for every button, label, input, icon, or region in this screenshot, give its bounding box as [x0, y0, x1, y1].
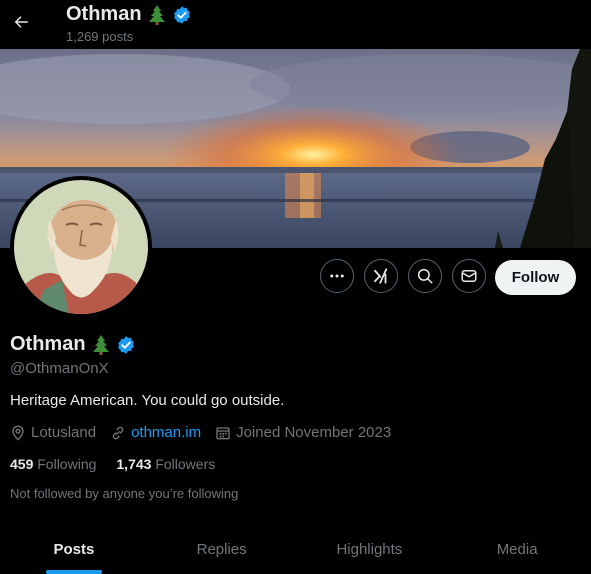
- tab-media[interactable]: Media: [443, 527, 591, 574]
- location-item: Lotusland: [10, 424, 96, 441]
- search-icon: [417, 268, 433, 284]
- verified-badge-icon: [173, 5, 190, 24]
- profile-name-row: Othman: [10, 333, 136, 356]
- tab-label: Highlights: [336, 541, 403, 558]
- profile-handle: @OthmanOnX: [10, 360, 109, 377]
- more-icon: [330, 274, 344, 278]
- profile-tabs: Posts Replies Highlights Media: [0, 527, 591, 574]
- joined-item: Joined November 2023: [215, 424, 391, 441]
- tab-label: Replies: [196, 541, 247, 558]
- website-item: othman.im: [110, 424, 201, 441]
- active-tab-indicator: [45, 570, 102, 574]
- location-icon: [12, 425, 24, 441]
- avatar[interactable]: [14, 180, 148, 314]
- back-arrow-icon: [14, 16, 28, 28]
- mutual-followers-note: Not followed by anyone you’re following: [10, 486, 239, 501]
- tab-label: Media: [496, 541, 538, 558]
- message-button[interactable]: [452, 259, 486, 293]
- profile-meta: Lotusland othman.im Joined November 2023: [10, 424, 405, 441]
- followers-count: 1,743: [116, 456, 152, 472]
- grok-icon: [374, 268, 388, 284]
- header-name-row: Othman: [66, 3, 192, 26]
- message-icon: [461, 270, 477, 282]
- tab-label: Posts: [53, 541, 95, 558]
- avatar-portrait-image: [14, 180, 148, 314]
- following-link[interactable]: 459 Following: [10, 456, 96, 472]
- verified-badge-icon[interactable]: [116, 335, 136, 355]
- header-post-count: 1,269 posts: [66, 29, 134, 44]
- following-count: 459: [10, 456, 34, 472]
- followers-label: Followers: [155, 456, 216, 472]
- grok-button[interactable]: [364, 259, 398, 293]
- profile-bio: Heritage American. You could go outside.: [10, 392, 285, 409]
- tab-highlights[interactable]: Highlights: [296, 527, 444, 574]
- tree-emoji: [148, 4, 165, 25]
- link-icon: [112, 426, 124, 439]
- follow-stats: 459 Following 1,743 Followers: [10, 456, 235, 472]
- calendar-icon: [216, 426, 230, 439]
- followers-link[interactable]: 1,743 Followers: [116, 456, 215, 472]
- following-label: Following: [37, 456, 97, 472]
- avatar-ring[interactable]: [10, 176, 152, 318]
- search-button[interactable]: [408, 259, 442, 293]
- location-text: Lotusland: [31, 424, 97, 441]
- follow-button[interactable]: Follow: [495, 260, 576, 295]
- tab-replies[interactable]: Replies: [148, 527, 296, 574]
- tab-posts[interactable]: Posts: [0, 527, 148, 574]
- top-bar: Othman 1,269 posts: [0, 0, 591, 49]
- header-name: Othman: [66, 3, 142, 25]
- profile-name: Othman: [10, 333, 86, 355]
- joined-text: Joined November 2023: [236, 424, 392, 441]
- more-button[interactable]: [320, 259, 354, 293]
- website-link[interactable]: othman.im: [131, 424, 201, 441]
- tree-emoji: [92, 334, 109, 355]
- back-button[interactable]: [6, 7, 36, 37]
